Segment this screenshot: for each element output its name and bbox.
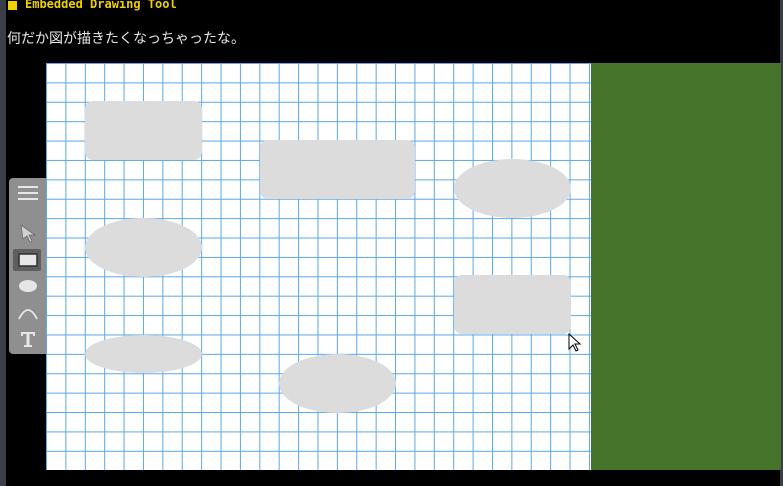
shape-ellipse[interactable] <box>85 218 202 277</box>
rectangle-icon <box>17 253 38 267</box>
drawing-canvas[interactable] <box>46 63 591 470</box>
text-icon <box>19 330 37 348</box>
ellipse-icon <box>18 279 38 293</box>
curve-icon <box>17 304 39 320</box>
shape-rectangle[interactable] <box>85 101 202 160</box>
message-text: 何だか図が描きたくなっちゃったな。 <box>7 31 245 47</box>
drawing-toolbar <box>9 178 46 354</box>
text-tool-button[interactable] <box>9 326 46 352</box>
select-tool-button[interactable] <box>9 220 46 246</box>
shape-ellipse[interactable] <box>85 335 202 373</box>
menu-button[interactable] <box>9 180 46 206</box>
side-panel <box>591 63 781 470</box>
title-square-icon <box>8 1 17 10</box>
app-title: Embedded Drawing Tool <box>25 0 177 11</box>
shape-rectangle[interactable] <box>454 275 571 334</box>
window-left-border <box>0 0 6 486</box>
curve-tool-button[interactable] <box>9 299 46 325</box>
hamburger-menu-icon <box>17 184 39 202</box>
rectangle-tool-button[interactable] <box>9 247 46 273</box>
mouse-cursor-icon <box>568 332 582 357</box>
title-bar: Embedded Drawing Tool <box>8 0 177 14</box>
ellipse-tool-button[interactable] <box>9 273 46 299</box>
shape-ellipse[interactable] <box>454 159 571 218</box>
pointer-arrow-icon <box>18 223 38 243</box>
shape-ellipse[interactable] <box>279 354 396 413</box>
shape-rectangle[interactable] <box>260 140 415 199</box>
